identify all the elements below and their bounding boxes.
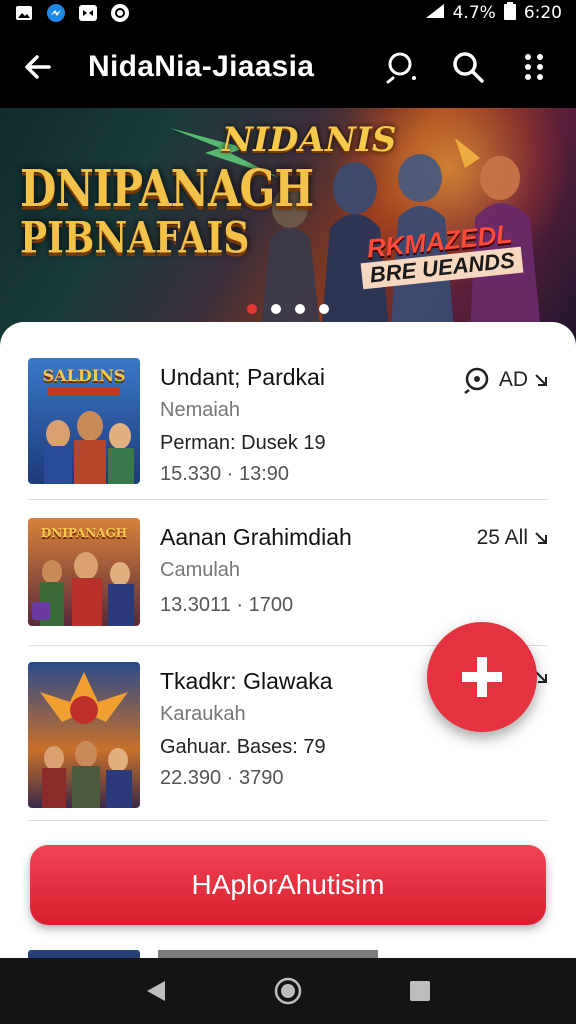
pager-dot[interactable] bbox=[247, 304, 257, 314]
item-meta: 22.390 · 3790 bbox=[160, 767, 284, 789]
divider bbox=[28, 820, 548, 821]
thumbnail-label: DNIPANAGH bbox=[40, 526, 128, 540]
gallery-icon bbox=[14, 3, 34, 23]
game-thumbnail bbox=[28, 662, 140, 808]
back-button[interactable] bbox=[18, 47, 58, 87]
item-subtitle: Nemaiah bbox=[160, 399, 241, 421]
search-person-icon bbox=[386, 52, 416, 84]
nav-back-icon bbox=[147, 981, 165, 1001]
more-options-button[interactable] bbox=[510, 43, 558, 91]
list-item-text: Tkadkr: Glawaka Karaukah Gahuar. Bases: … bbox=[160, 662, 333, 808]
banner-logo-line1: DNIPANAGH bbox=[20, 159, 314, 218]
battery-percent: 4.7% bbox=[452, 3, 496, 23]
status-bar: 4.7% 6:20 bbox=[0, 0, 576, 26]
game-thumbnail: DNIPANAGH bbox=[28, 518, 140, 626]
status-right: 4.7% 6:20 bbox=[425, 1, 562, 25]
item-action-label: 25 All bbox=[476, 526, 528, 549]
divider bbox=[28, 499, 548, 500]
search-person-button[interactable] bbox=[378, 43, 426, 91]
app-bar: NidaNia-Jiaasia bbox=[0, 26, 576, 108]
nav-recents-icon bbox=[410, 981, 430, 1001]
game-controller-icon bbox=[78, 3, 98, 23]
search-button[interactable] bbox=[444, 43, 492, 91]
pager-dot[interactable] bbox=[295, 304, 305, 314]
plus-icon bbox=[462, 657, 502, 697]
list-item[interactable]: DNIPANAGH Aanan Grahimdiah Camulah 13.30… bbox=[28, 518, 548, 626]
thumbnail-label: SALDINS bbox=[42, 366, 126, 385]
list-item[interactable]: SALDINS Undant; Pardkai Nemaiah Perman: … bbox=[28, 358, 548, 486]
item-meta: 13.3011 · 1700 bbox=[160, 594, 294, 616]
back-arrow-icon bbox=[25, 55, 51, 79]
app-bar-actions bbox=[378, 43, 558, 91]
item-title: Aanan Grahimdiah bbox=[160, 524, 352, 550]
pager-dot[interactable] bbox=[319, 304, 329, 314]
item-title: Tkadkr: Glawaka bbox=[160, 668, 333, 694]
item-subtitle: Camulah bbox=[160, 559, 241, 581]
clock-icon bbox=[110, 3, 130, 23]
nav-recents-button[interactable] bbox=[398, 969, 442, 1013]
arrow-icon bbox=[535, 374, 547, 386]
banner-logo-line2: PIBNAFAIS bbox=[20, 212, 250, 264]
page-title: NidaNia-Jiaasia bbox=[88, 50, 315, 83]
item-detail: Perman: Dusek 19 bbox=[160, 432, 326, 454]
system-nav-bar bbox=[0, 958, 576, 1024]
arrow-icon bbox=[535, 532, 547, 544]
add-button[interactable] bbox=[427, 622, 537, 732]
thumbnail-band bbox=[48, 388, 120, 396]
list-item-partial[interactable] bbox=[28, 950, 548, 958]
messenger-icon bbox=[46, 3, 66, 23]
list-item-text: Undant; Pardkai Nemaiah Perman: Dusek 19… bbox=[160, 358, 326, 486]
item-subtitle: Karaukah bbox=[160, 703, 246, 725]
game-thumbnail: SALDINS bbox=[28, 358, 140, 484]
banner-pager bbox=[0, 304, 576, 314]
nav-back-button[interactable] bbox=[134, 969, 178, 1013]
clock-time: 6:20 bbox=[523, 3, 562, 23]
search-person-icon bbox=[464, 367, 489, 394]
item-action[interactable]: 25 All bbox=[477, 526, 548, 550]
status-left-icons bbox=[14, 3, 130, 23]
signal-icon bbox=[425, 3, 445, 24]
item-detail: Gahuar. Bases: 79 bbox=[160, 736, 326, 758]
thumbnail-art bbox=[44, 411, 134, 484]
item-title: Undant; Pardkai bbox=[160, 364, 325, 390]
search-icon bbox=[453, 52, 484, 83]
thumbnail-art bbox=[32, 552, 134, 626]
nav-home-button[interactable] bbox=[266, 969, 310, 1013]
battery-icon bbox=[503, 1, 516, 25]
item-title-partial bbox=[158, 950, 378, 958]
pager-dot[interactable] bbox=[271, 304, 281, 314]
promo-banner[interactable]: DNIPANAGH PIBNAFAIS NIDANIS RKMAZEDL BRE… bbox=[0, 108, 576, 344]
item-meta: 15.330 · 13:90 bbox=[160, 463, 289, 485]
banner-logo: DNIPANAGH PIBNAFAIS bbox=[20, 159, 314, 263]
more-vert-icon bbox=[525, 54, 543, 80]
explore-button[interactable]: HAplorAhutisim bbox=[30, 845, 546, 925]
item-action[interactable]: AD bbox=[463, 366, 548, 394]
item-action-label: AD bbox=[498, 368, 528, 391]
thumbnail-art bbox=[40, 672, 132, 808]
banner-game-logo: NIDANIS bbox=[222, 120, 397, 160]
list-item-text: Aanan Grahimdiah Camulah 13.3011 · 1700 bbox=[160, 518, 352, 626]
nav-home-icon bbox=[274, 977, 302, 1005]
game-thumbnail bbox=[28, 950, 140, 958]
